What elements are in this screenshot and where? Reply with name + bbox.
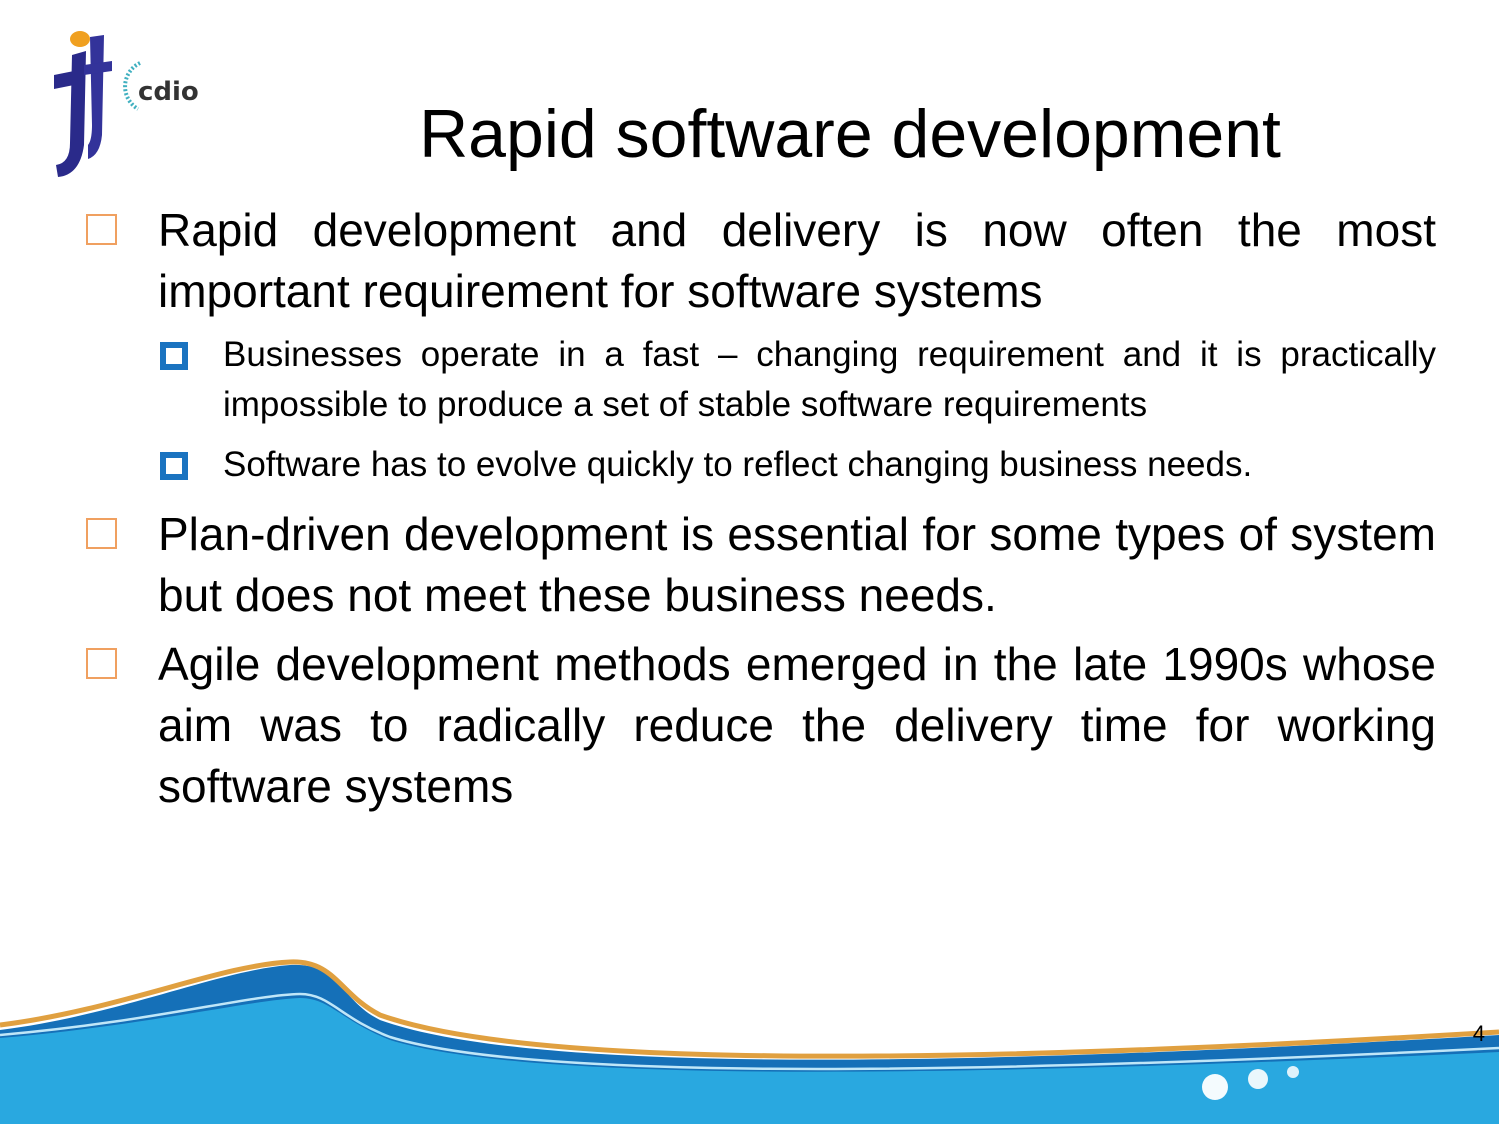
square-bullet-icon [86,214,117,245]
blue-square-bullet-icon [160,342,188,370]
sub-bullet-text: Businesses operate in a fast – changing … [223,335,1436,424]
page-number: 4 [1472,1021,1485,1046]
square-bullet-icon [86,518,117,549]
logo-cdio-text: cdio [138,77,199,107]
bullet-item: Plan-driven development is essential for… [80,504,1436,626]
sub-bullet-text: Software has to evolve quickly to reflec… [223,445,1253,484]
logo-f-bar [54,71,74,89]
blue-square-bullet-icon [160,452,188,480]
bullet-text: Rapid development and delivery is now of… [158,204,1436,317]
slide-content: Rapid development and delivery is now of… [80,200,1436,825]
sub-bullet-item: Businesses operate in a fast – changing … [80,330,1436,430]
bullet-item: Agile development methods emerged in the… [80,634,1436,817]
slide-title: Rapid software development [200,94,1499,174]
glow-dot [1287,1066,1299,1078]
sub-bullet-item: Software has to evolve quickly to reflec… [80,440,1436,490]
logo-t [88,35,104,159]
glow-dot [1202,1074,1228,1100]
glow-dot [1248,1069,1268,1089]
slide-title-text: Rapid software development [419,95,1281,172]
bullet-item: Rapid development and delivery is now of… [80,200,1436,322]
bullet-text: Agile development methods emerged in the… [158,638,1436,812]
sub-bullet-list: Businesses operate in a fast – changing … [80,330,1436,490]
square-bullet-icon [86,648,117,679]
bullet-text: Plan-driven development is essential for… [158,508,1436,621]
logo-t-bar [84,61,112,75]
logo-j [56,51,86,177]
footer-wave-decoration [0,959,1499,1124]
logo-dot [70,31,90,47]
